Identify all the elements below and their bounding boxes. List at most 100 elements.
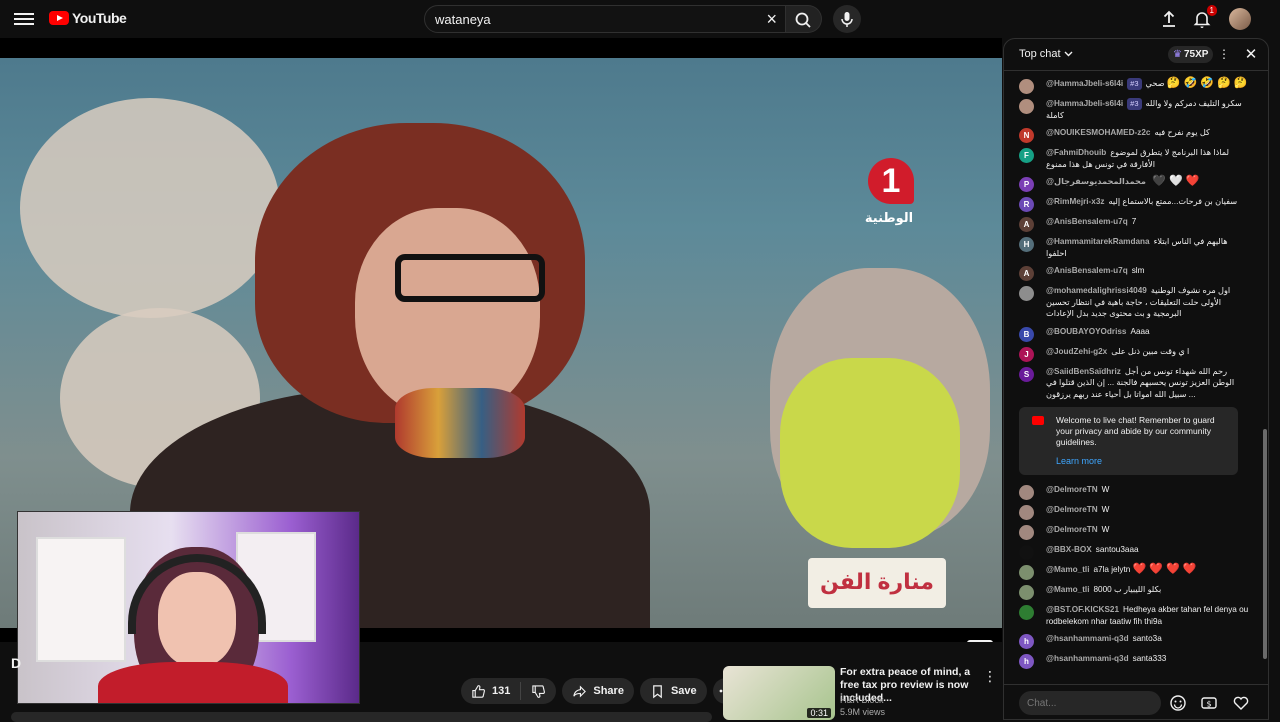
chat-author[interactable]: @DelmoreTN [1046,485,1098,494]
chat-author[interactable]: @NOUIKESMOHAMED-z2c [1046,128,1150,137]
account-avatar[interactable] [1229,8,1251,30]
avatar[interactable]: H [1019,237,1034,252]
super-chat-button[interactable]: $ [1200,694,1218,712]
show-logo: منارة الفن [808,558,946,608]
ad-more-icon[interactable]: ⋮ [983,668,997,684]
chat-message[interactable]: @HammaJbeli-s6l4i #3 سكرو التليف دمركم ولا… [1004,95,1262,124]
avatar[interactable] [1019,99,1034,114]
avatar[interactable] [1019,485,1034,500]
chat-author[interactable]: @RimMejri-x3z [1046,197,1105,206]
close-icon[interactable]: ✕ [1244,45,1258,63]
avatar[interactable] [1019,79,1034,94]
chat-author[interactable]: @HammaJbeli-s6l4i [1046,99,1123,108]
dislike-icon [532,684,546,698]
chat-message[interactable]: @DelmoreTN W [1004,521,1262,541]
search-button[interactable] [786,5,822,33]
dislike-button[interactable] [521,678,556,704]
chat-author[interactable]: @BOUBAYOYOdriss [1046,327,1126,336]
chat-message[interactable]: @DelmoreTN W [1004,481,1262,501]
avatar[interactable]: R [1019,197,1034,212]
chat-message[interactable]: @Mamo_tli a7la jelytn ❤️ ❤️ ❤️ ❤️ [1004,561,1262,581]
create-button[interactable] [1158,8,1180,30]
chat-author[interactable]: @hsanhammami-q3d [1046,654,1129,663]
avatar[interactable] [1019,505,1034,520]
clear-icon[interactable]: × [766,10,777,28]
avatar[interactable] [1019,525,1034,540]
avatar[interactable]: N [1019,128,1034,143]
chat-message[interactable]: N @NOUIKESMOHAMED-z2c كل يوم نفرح فيه [1004,124,1262,144]
chat-more-icon[interactable]: ⋮ [1218,47,1230,61]
notification-count-badge: 1 [1206,5,1217,16]
chat-message[interactable]: A @AnisBensalem-u7q slm [1004,262,1262,282]
chat-message[interactable]: h @hsanhammami-q3d santo3a [1004,630,1262,650]
chat-author[interactable]: @HammaJbeli-s6l4i [1046,79,1123,88]
heart-button[interactable] [1232,694,1250,712]
chat-author[interactable]: @AnisBensalem-u7q [1046,217,1128,226]
description-box[interactable] [11,712,712,722]
emoji-button[interactable] [1169,694,1187,712]
scroll-thumb[interactable] [1263,429,1267,659]
save-button[interactable]: Save [639,678,707,704]
chat-author[interactable]: @SaiidBenSaïdhriz [1046,367,1121,376]
avatar[interactable] [1019,605,1034,620]
avatar[interactable]: A [1019,266,1034,281]
chat-scrollbar[interactable] [1263,79,1267,679]
chat-message[interactable]: H @HammamitarekRamdana هاليهم في الناس ابت… [1004,233,1262,262]
avatar[interactable]: J [1019,346,1034,362]
avatar[interactable] [1019,545,1034,560]
chat-message[interactable]: h @hsanhammami-q3d santa333 [1004,650,1262,670]
chat-mode-dropdown[interactable]: Top chat [1019,48,1073,60]
chat-message[interactable]: J @JoudZehi-g2x ا ي وقت مبين ذنل على [1004,343,1262,363]
ad-thumbnail[interactable]: 0:31 [723,666,835,720]
avatar[interactable]: B [1019,326,1034,342]
chat-author[interactable]: @hsanhammami-q3d [1046,634,1129,643]
chat-message[interactable]: @BST.OF.KICKS21 Hedheya akber tahan fel d… [1004,601,1262,630]
chat-message[interactable]: @BBX-BOX santou3aaa [1004,541,1262,561]
avatar[interactable] [1019,565,1034,580]
avatar[interactable]: h [1019,634,1034,649]
chat-author[interactable]: @mohamedalighrissi4049 [1046,286,1147,295]
chat-message[interactable]: B @BOUBAYOYOdriss Aaaa [1004,323,1262,343]
chat-author[interactable]: @FahmiDhouib [1046,148,1106,157]
chat-author[interactable]: @AnisBensalem-u7q [1046,266,1128,275]
chat-author[interactable]: @HammamitarekRamdana [1046,237,1150,246]
avatar[interactable] [1019,286,1034,301]
avatar[interactable]: A [1019,217,1034,232]
avatar[interactable]: h [1019,654,1034,669]
chat-message[interactable]: R @RimMejri-x3z سفيان بن فرحات...ممتع بالا… [1004,193,1262,213]
avatar[interactable]: F [1019,148,1034,163]
chat-input[interactable] [1019,691,1161,715]
chat-author[interactable]: @Mamo_tli [1046,565,1089,574]
avatar[interactable] [1019,585,1034,600]
like-button[interactable]: 131 [461,678,520,704]
wall-frame [36,537,126,662]
sponsored-video[interactable]: 0:31 For extra peace of mind, a free tax… [723,666,1003,720]
chat-author[interactable]: @BST.OF.KICKS21 [1046,605,1119,614]
chat-message[interactable]: P @محمدالمحمديوسفرجال 🖤 🤍 ❤️ [1004,173,1262,193]
chat-author[interactable]: @Mamo_tli [1046,585,1089,594]
chat-message[interactable]: F @FahmiDhouib لماذا هذا البرنامج لا يتطرق… [1004,144,1262,173]
share-button[interactable]: Share [562,678,634,704]
ad-duration: 0:31 [807,708,831,718]
youtube-logo[interactable]: YouTube [49,10,127,26]
search-input[interactable] [435,11,755,27]
voice-search-button[interactable] [833,5,861,33]
chat-message[interactable]: @mohamedalighrissi4049 اول مره نشوف الوطن… [1004,282,1262,323]
notifications-button[interactable]: 1 [1191,5,1217,30]
chat-author[interactable]: @DelmoreTN [1046,505,1098,514]
chat-author[interactable]: @محمدالمحمديوسفرجال [1046,177,1146,186]
avatar[interactable]: S [1019,366,1034,382]
chat-author[interactable]: @DelmoreTN [1046,525,1098,534]
learn-more-link[interactable]: Learn more [1056,456,1228,467]
menu-icon[interactable] [14,10,34,28]
avatar[interactable]: P [1019,177,1034,192]
chat-message[interactable]: A @AnisBensalem-u7q 7 [1004,213,1262,233]
chat-author[interactable]: @BBX-BOX [1046,545,1092,554]
super-chat-icon: $ [1201,697,1217,709]
xp-badge[interactable]: ♛ 75XP [1168,46,1214,63]
chat-message[interactable]: S @SaiidBenSaïdhriz رحم الله شهداء تونس من… [1004,363,1262,404]
chat-author[interactable]: @JoudZehi-g2x [1046,347,1107,356]
chat-message[interactable]: @Mamo_tli 8000 بكلو الليبيار ب [1004,581,1262,601]
chat-message[interactable]: @HammaJbeli-s6l4i #3 صحي 🤔 🤣 🤣 🤔 🤔 [1004,75,1262,95]
chat-message[interactable]: @DelmoreTN W [1004,501,1262,521]
